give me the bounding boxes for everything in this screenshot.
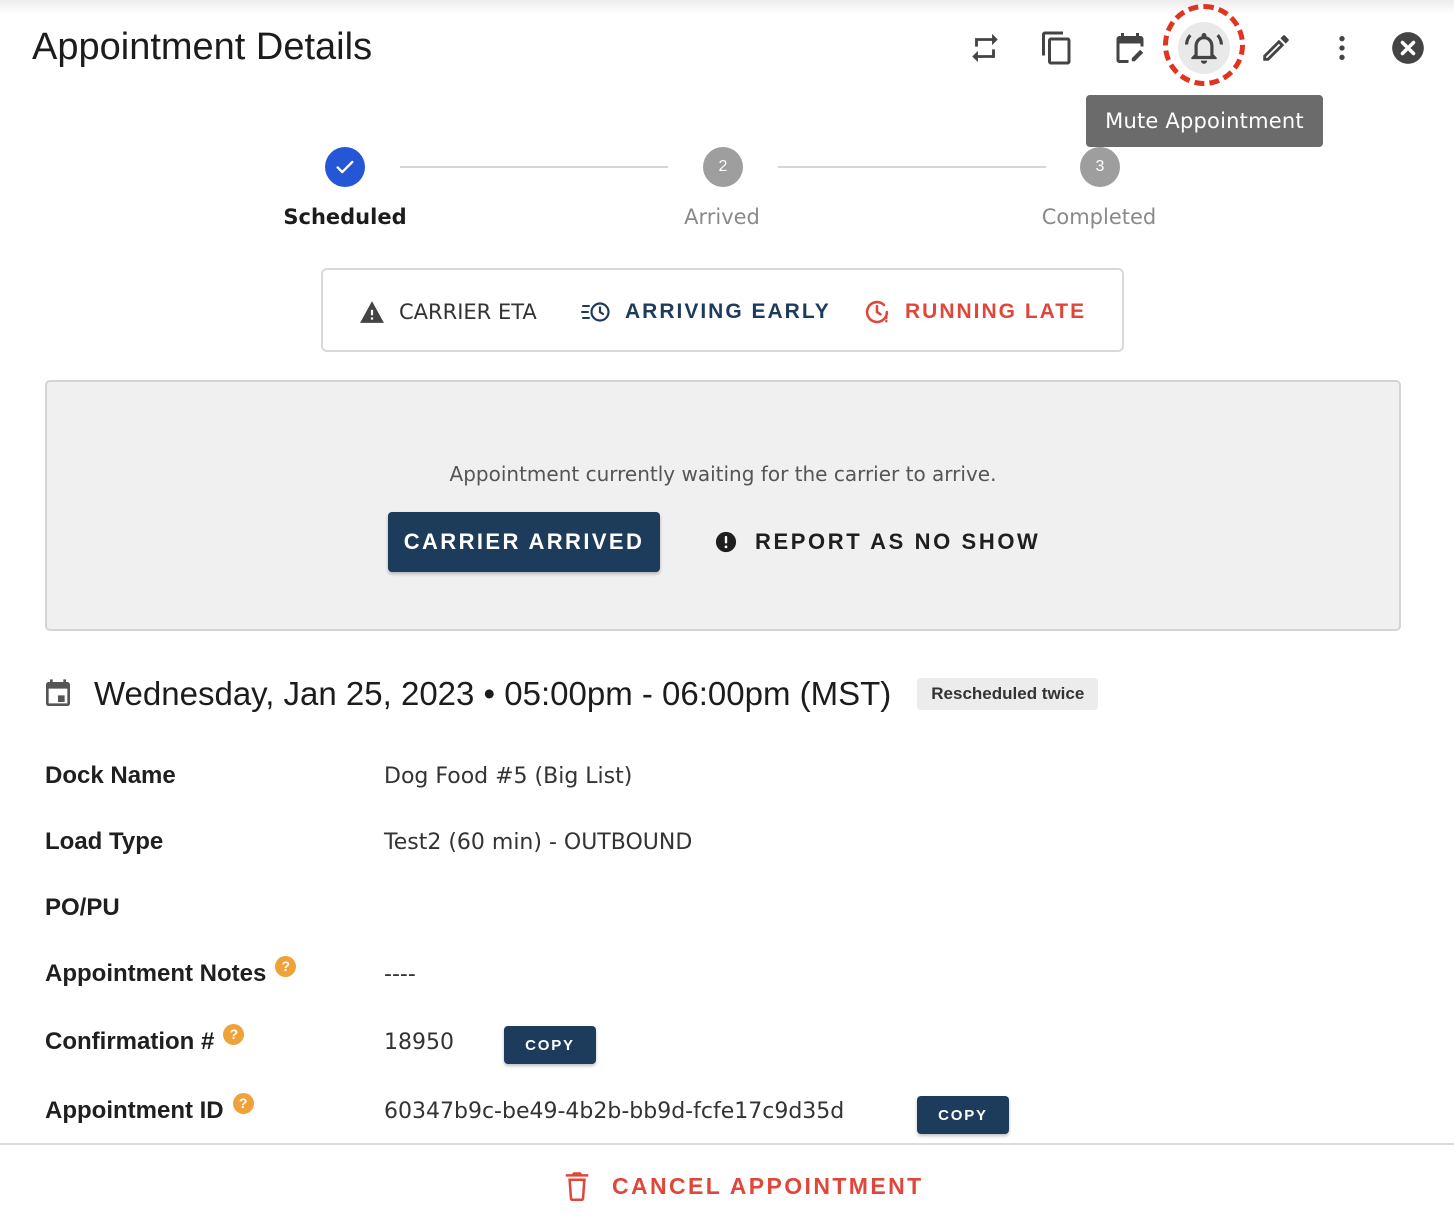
confirmation-text: Confirmation #: [45, 1028, 215, 1055]
page-title: Appointment Details: [32, 26, 373, 68]
running-late-button[interactable]: RUNNING LATE: [863, 270, 1086, 354]
appointment-id-label: Appointment ID ?: [45, 1092, 254, 1125]
bell-icon[interactable]: [1178, 22, 1230, 74]
help-icon[interactable]: ?: [223, 1023, 245, 1045]
po-pu-label: PO/PU: [45, 894, 120, 921]
copy-appointment-id-button[interactable]: COPY: [917, 1096, 1009, 1134]
pencil-icon[interactable]: [1254, 26, 1298, 70]
status-panel: Appointment currently waiting for the ca…: [45, 380, 1401, 631]
appointment-datetime: Wednesday, Jan 25, 2023 • 05:00pm - 06:0…: [94, 675, 892, 712]
alert-circle-icon: [715, 531, 737, 553]
carrier-arrived-button[interactable]: CARRIER ARRIVED: [388, 512, 660, 572]
step-number: 2: [703, 147, 743, 187]
step-number: 3: [1080, 147, 1120, 187]
reschedule-icon[interactable]: [1108, 26, 1152, 70]
mute-tooltip: Mute Appointment: [1086, 95, 1323, 147]
step-label-scheduled: Scheduled: [283, 205, 407, 229]
close-icon[interactable]: [1386, 26, 1430, 70]
step-label-completed: Completed: [1041, 205, 1157, 229]
carrier-eta-label: CARRIER ETA: [359, 270, 537, 354]
swap-icon[interactable]: [963, 26, 1007, 70]
running-late-label: RUNNING LATE: [905, 300, 1087, 323]
help-icon[interactable]: ?: [232, 1092, 254, 1114]
copy-icon[interactable]: [1035, 26, 1079, 70]
footer: CANCEL APPOINTMENT: [0, 1143, 1454, 1226]
clock-late-icon: [865, 300, 889, 324]
trash-icon: [565, 1172, 589, 1201]
carrier-eta-text: CARRIER ETA: [399, 300, 537, 324]
dock-name-label: Dock Name: [45, 762, 176, 789]
more-vert-icon[interactable]: [1320, 26, 1364, 70]
calendar-icon: [46, 679, 70, 706]
step-connector: [400, 166, 668, 168]
cancel-appointment-button[interactable]: CANCEL APPOINTMENT: [562, 1169, 924, 1203]
step-connector: [778, 166, 1046, 168]
load-type-value: Test2 (60 min) - OUTBOUND: [384, 830, 693, 855]
load-type-label: Load Type: [45, 828, 164, 855]
appointment-notes-value: ----: [384, 962, 416, 987]
appointment-notes-text: Appointment Notes: [45, 960, 267, 987]
cancel-appointment-label: CANCEL APPOINTMENT: [612, 1172, 924, 1199]
carrier-eta-box: CARRIER ETA ARRIVING EARLY RUNNING LATE: [321, 268, 1124, 352]
appointment-id-value: 60347b9c-be49-4b2b-bb9d-fcfe17c9d35d: [384, 1099, 845, 1124]
rescheduled-badge: Rescheduled twice: [917, 678, 1099, 710]
step-label-arrived: Arrived: [684, 205, 760, 229]
arriving-early-button[interactable]: ARRIVING EARLY: [581, 270, 831, 354]
confirmation-value: 18950: [384, 1030, 454, 1055]
clock-early-icon: [581, 302, 610, 322]
dock-name-value: Dog Food #5 (Big List): [384, 764, 633, 789]
appointment-id-text: Appointment ID: [45, 1097, 224, 1124]
appointment-notes-label: Appointment Notes ?: [45, 955, 297, 988]
report-no-show-label: REPORT AS NO SHOW: [755, 529, 1041, 554]
report-no-show-button[interactable]: REPORT AS NO SHOW: [715, 512, 1040, 572]
step-done-check-icon: [325, 147, 365, 187]
appointment-datetime-row: Wednesday, Jan 25, 2023 • 05:00pm - 06:0…: [42, 670, 1099, 718]
copy-confirmation-button[interactable]: COPY: [504, 1026, 596, 1064]
help-icon[interactable]: ?: [275, 955, 297, 977]
top-shadow: [0, 0, 1454, 14]
warning-icon: [360, 301, 384, 323]
status-message: Appointment currently waiting for the ca…: [449, 462, 997, 486]
arriving-early-label: ARRIVING EARLY: [625, 300, 831, 323]
confirmation-label: Confirmation # ?: [45, 1023, 245, 1056]
